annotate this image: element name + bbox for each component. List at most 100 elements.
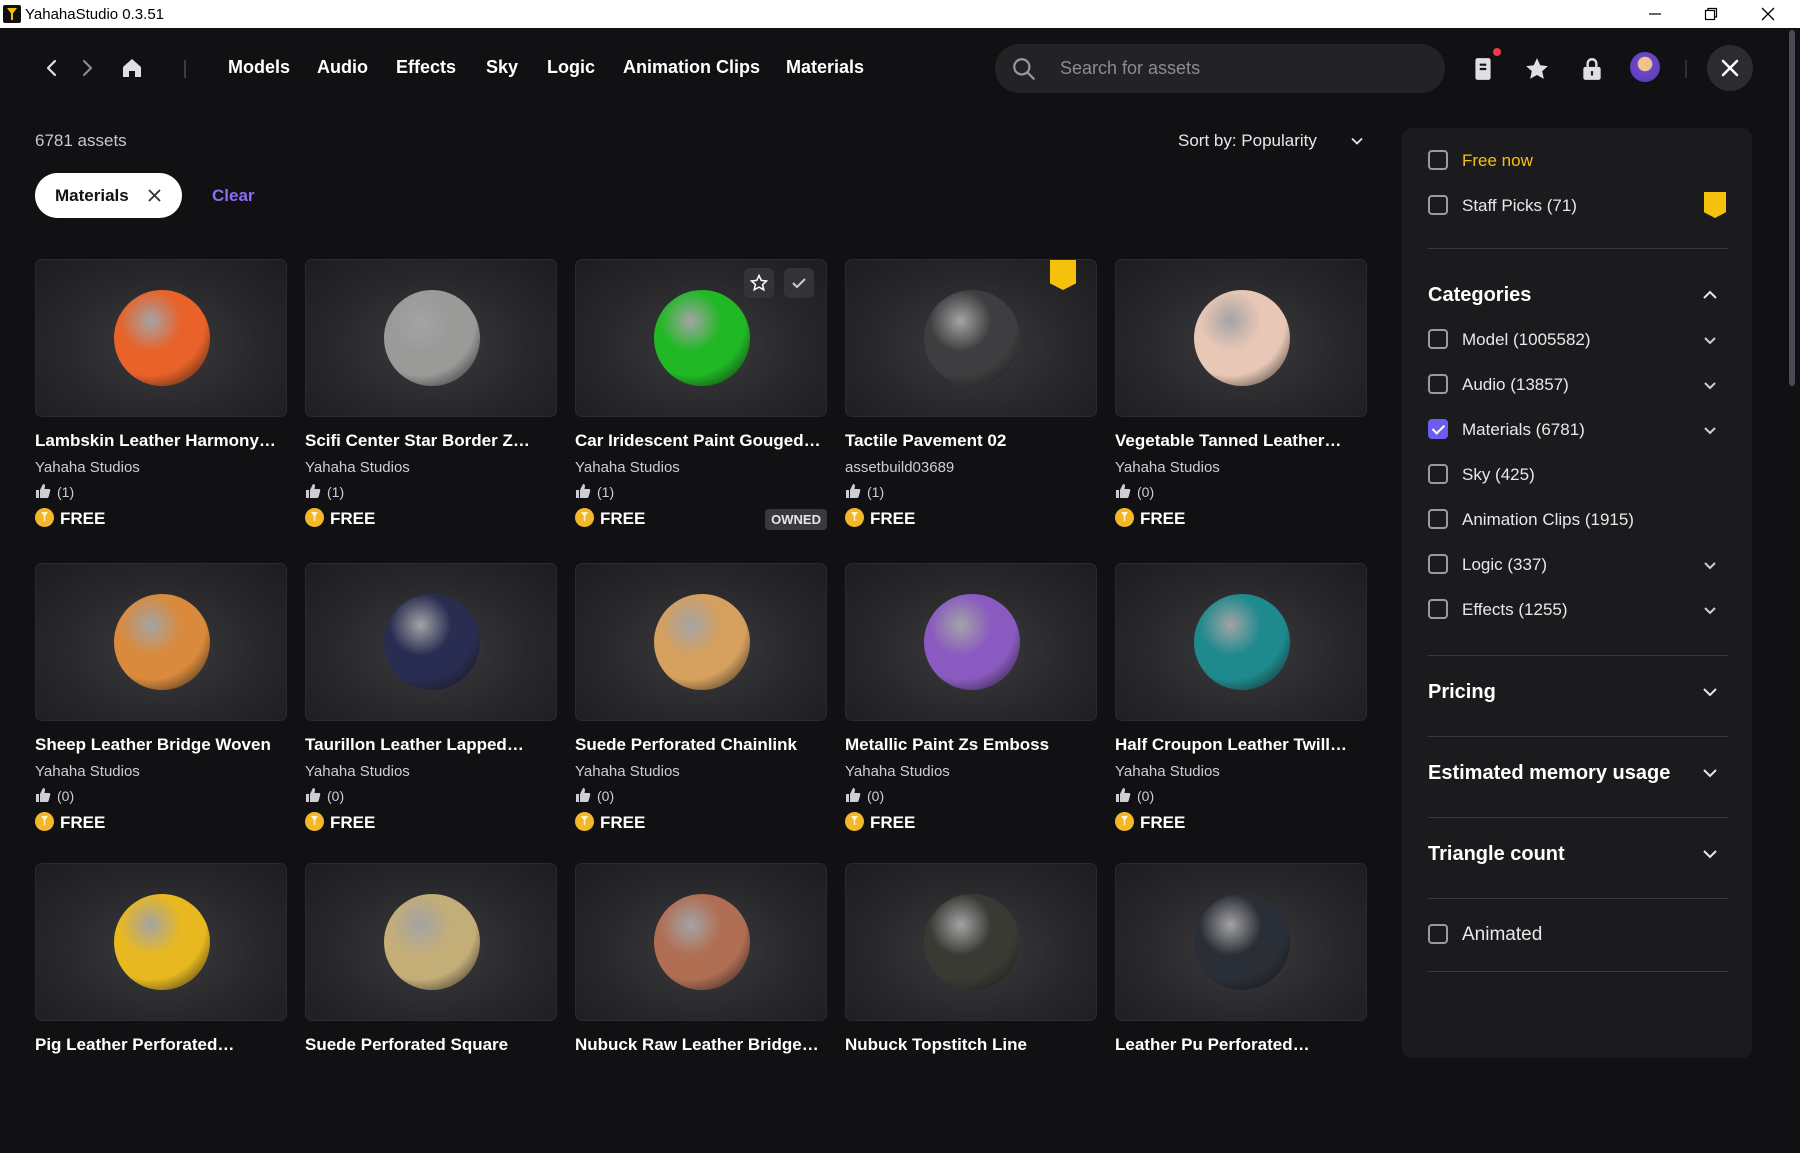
asset-card[interactable]: Nubuck Raw Leather Bridge… — [575, 863, 827, 1153]
home-icon[interactable] — [120, 56, 144, 80]
filter-chip-materials[interactable]: Materials — [35, 173, 182, 218]
nav-models[interactable]: Models — [228, 57, 290, 78]
category-filter[interactable]: Audio (13857) — [1428, 374, 1569, 395]
asset-card[interactable]: Leather Pu Perforated… — [1115, 863, 1367, 1153]
checkbox[interactable] — [1428, 195, 1448, 215]
nav-sky[interactable]: Sky — [486, 57, 518, 78]
chevron-up-icon[interactable] — [1702, 287, 1718, 303]
checkbox[interactable] — [1428, 374, 1448, 394]
checkbox[interactable] — [1428, 924, 1448, 944]
pricing-heading[interactable]: Pricing — [1428, 681, 1496, 704]
asset-thumbnail[interactable] — [35, 563, 287, 721]
remove-filter-icon[interactable] — [147, 188, 162, 203]
window-close-button[interactable] — [1740, 0, 1796, 28]
clear-filters-link[interactable]: Clear — [212, 186, 255, 206]
asset-thumbnail[interactable] — [305, 563, 557, 721]
asset-author[interactable]: Yahaha Studios — [305, 763, 410, 780]
restore-button[interactable] — [1683, 0, 1739, 28]
asset-name[interactable]: Taurillon Leather Lapped… — [305, 735, 557, 755]
asset-card[interactable]: Metallic Paint Zs Emboss Yahaha Studios (0… — [845, 563, 1097, 853]
asset-thumbnail[interactable] — [35, 863, 287, 1021]
asset-thumbnail[interactable] — [1115, 259, 1367, 417]
category-filter[interactable]: Logic (337) — [1428, 554, 1547, 575]
asset-thumbnail[interactable] — [845, 863, 1097, 1021]
asset-author[interactable]: Yahaha Studios — [1115, 459, 1220, 476]
chevron-down-icon[interactable] — [1702, 846, 1718, 862]
asset-name[interactable]: Half Croupon Leather Twill… — [1115, 735, 1367, 755]
asset-author[interactable]: Yahaha Studios — [35, 763, 140, 780]
download-manager-icon[interactable] — [1470, 56, 1496, 82]
asset-thumbnail[interactable] — [305, 863, 557, 1021]
asset-name[interactable]: Car Iridescent Paint Gouged… — [575, 431, 827, 451]
checkbox[interactable] — [1428, 509, 1448, 529]
nav-audio[interactable]: Audio — [317, 57, 368, 78]
chevron-down-icon[interactable] — [1702, 557, 1718, 573]
category-filter[interactable]: Animation Clips (1915) — [1428, 509, 1634, 530]
staff-picks-filter[interactable]: Staff Picks (71) — [1428, 195, 1577, 216]
asset-name[interactable]: Vegetable Tanned Leather… — [1115, 431, 1367, 451]
nav-materials[interactable]: Materials — [786, 57, 864, 78]
asset-card[interactable]: Lambskin Leather Harmony… Yahaha Studios (… — [35, 259, 287, 549]
asset-card[interactable]: Suede Perforated Chainlink Yahaha Studios… — [575, 563, 827, 853]
asset-name[interactable]: Lambskin Leather Harmony… — [35, 431, 287, 451]
asset-thumbnail[interactable] — [575, 863, 827, 1021]
asset-thumbnail[interactable] — [845, 563, 1097, 721]
asset-name[interactable]: Suede Perforated Square — [305, 1035, 557, 1055]
asset-name[interactable]: Nubuck Raw Leather Bridge… — [575, 1035, 827, 1055]
asset-card[interactable]: Vegetable Tanned Leather… Yahaha Studios (… — [1115, 259, 1367, 549]
back-icon[interactable] — [40, 56, 64, 80]
favorites-star-icon[interactable] — [1524, 56, 1550, 82]
free-now-filter[interactable]: Free now — [1428, 150, 1533, 171]
nav-effects[interactable]: Effects — [396, 57, 456, 78]
asset-thumbnail[interactable] — [845, 259, 1097, 417]
chevron-down-icon[interactable] — [1702, 377, 1718, 393]
chevron-down-icon[interactable] — [1702, 422, 1718, 438]
search-bar[interactable]: Search for assets — [995, 44, 1445, 93]
forward-icon[interactable] — [75, 56, 99, 80]
chevron-down-icon[interactable] — [1702, 684, 1718, 700]
checkbox[interactable] — [1428, 464, 1448, 484]
user-avatar[interactable] — [1630, 52, 1660, 82]
asset-card[interactable]: Nubuck Topstitch Line — [845, 863, 1097, 1153]
chevron-down-icon[interactable] — [1702, 602, 1718, 618]
checkbox[interactable] — [1428, 329, 1448, 349]
scrollbar[interactable] — [1789, 30, 1795, 386]
checkbox[interactable] — [1428, 554, 1448, 574]
minimize-button[interactable] — [1627, 0, 1683, 28]
sort-dropdown[interactable]: Sort by: Popularity — [1178, 131, 1363, 151]
asset-author[interactable]: assetbuild03689 — [845, 459, 954, 476]
asset-name[interactable]: Leather Pu Perforated… — [1115, 1035, 1367, 1055]
asset-name[interactable]: Nubuck Topstitch Line — [845, 1035, 1097, 1055]
asset-name[interactable]: Pig Leather Perforated… — [35, 1035, 287, 1055]
nav-animation-clips[interactable]: Animation Clips — [623, 57, 760, 78]
asset-thumbnail[interactable] — [575, 563, 827, 721]
asset-card[interactable]: Car Iridescent Paint Gouged… Yahaha Studi… — [575, 259, 827, 549]
checkbox[interactable] — [1428, 599, 1448, 619]
asset-name[interactable]: Suede Perforated Chainlink — [575, 735, 827, 755]
search-input[interactable]: Search for assets — [1060, 58, 1200, 79]
asset-thumbnail[interactable] — [575, 259, 827, 417]
asset-thumbnail[interactable] — [1115, 863, 1367, 1021]
asset-card[interactable]: Suede Perforated Square — [305, 863, 557, 1153]
chevron-down-icon[interactable] — [1702, 765, 1718, 781]
nav-logic[interactable]: Logic — [547, 57, 595, 78]
category-filter[interactable]: Model (1005582) — [1428, 329, 1591, 350]
checkbox[interactable] — [1428, 419, 1448, 439]
asset-author[interactable]: Yahaha Studios — [845, 763, 950, 780]
asset-author[interactable]: Yahaha Studios — [1115, 763, 1220, 780]
close-store-button[interactable] — [1707, 45, 1753, 91]
memory-usage-heading[interactable]: Estimated memory usage — [1428, 762, 1670, 785]
categories-heading[interactable]: Categories — [1428, 284, 1531, 307]
select-check-button[interactable] — [784, 268, 814, 298]
asset-author[interactable]: Yahaha Studios — [305, 459, 410, 476]
asset-author[interactable]: Yahaha Studios — [35, 459, 140, 476]
asset-name[interactable]: Scifi Center Star Border Z… — [305, 431, 557, 451]
asset-card[interactable]: Tactile Pavement 02 assetbuild03689 (1) FRE… — [845, 259, 1097, 549]
asset-name[interactable]: Tactile Pavement 02 — [845, 431, 1097, 451]
asset-thumbnail[interactable] — [305, 259, 557, 417]
category-filter[interactable]: Materials (6781) — [1428, 419, 1585, 440]
checkbox[interactable] — [1428, 150, 1448, 170]
asset-card[interactable]: Half Croupon Leather Twill… Yahaha Studio… — [1115, 563, 1367, 853]
asset-author[interactable]: Yahaha Studios — [575, 459, 680, 476]
asset-thumbnail[interactable] — [35, 259, 287, 417]
